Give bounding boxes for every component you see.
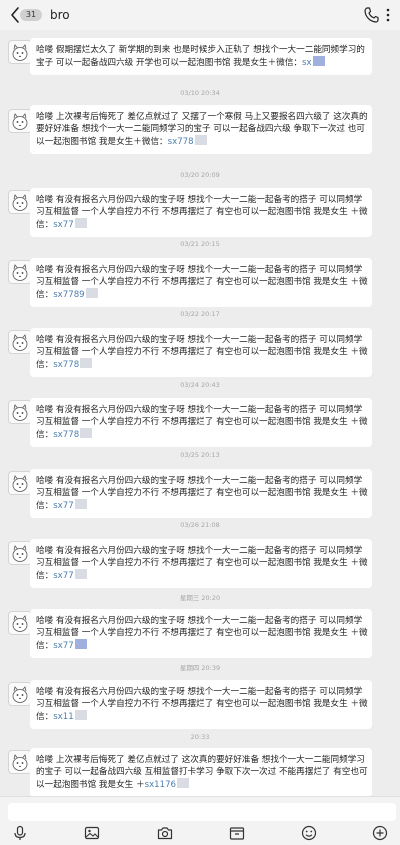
message-link[interactable]: sx77 (53, 220, 74, 230)
message-link[interactable]: sx11 (53, 712, 74, 722)
avatar[interactable] (8, 40, 32, 64)
avatar-image (12, 615, 28, 632)
timestamp: 03/26 21:08 (180, 521, 220, 529)
timestamp: 03/21 20:15 (180, 240, 220, 248)
add-icon[interactable] (372, 825, 388, 841)
message-link[interactable]: sx77 (53, 641, 74, 651)
avatar[interactable] (8, 330, 32, 354)
redacted-block (312, 56, 325, 66)
timestamp: 03/22 20:17 (180, 310, 220, 318)
message-link[interactable]: sx778 (168, 137, 194, 147)
timestamp: 03/20 20:09 (180, 171, 220, 179)
message-bubble[interactable]: 哈喽 上次裸考后悔死了 差亿点就过了 又摆了一个寒假 马上又要报名四六级了 这次… (30, 105, 372, 154)
redacted-block (80, 428, 93, 438)
avatar[interactable] (8, 611, 32, 635)
avatar-image (12, 44, 28, 61)
redacted-block (74, 639, 87, 649)
message-input[interactable] (8, 803, 396, 821)
microphone-icon[interactable] (12, 825, 28, 841)
message-bubble[interactable]: 哈喽 有没有报名六月份四六级的宝子呀 想找个一大一二能一起备考的搭子 可以同频学… (30, 469, 372, 518)
avatar[interactable] (8, 260, 32, 284)
message-link[interactable]: sx7789 (53, 290, 84, 300)
timestamp: 星期四 20:39 (179, 664, 221, 672)
message-link[interactable]: sx77 (53, 501, 74, 511)
avatar-image (12, 475, 28, 492)
avatar-image (12, 113, 28, 130)
avatar[interactable] (8, 190, 32, 214)
message-bubble[interactable]: 哈喽 假期摆烂太久了 新学期的到来 也是时候步入正轨了 想找个一大一二能同频学习… (30, 38, 372, 75)
folder-icon[interactable] (229, 825, 245, 841)
avatar-image (12, 545, 28, 562)
avatar-image (12, 754, 28, 771)
avatar[interactable] (8, 471, 32, 495)
input-bar (0, 796, 400, 845)
avatar-image (12, 404, 28, 421)
timestamp: 03/10 20:34 (180, 89, 220, 97)
emoji-icon[interactable] (301, 825, 317, 841)
message-bubble[interactable]: 哈喽 上次裸考后悔死了 差亿点就过了 这次真的要好好准备 想找个一大一二能同频学… (30, 748, 372, 797)
redacted-block (74, 218, 87, 228)
chat-header: 31 bro (0, 0, 400, 30)
avatar[interactable] (8, 109, 32, 133)
message-bubble[interactable]: 哈喽 有没有报名六月份四六级的宝子呀 想找个一大一二能一起备考的搭子 可以同频学… (30, 609, 372, 658)
timestamp: 03/25 20:13 (180, 451, 220, 459)
redacted-block (74, 710, 87, 720)
avatar-image (12, 334, 28, 351)
image-icon[interactable] (84, 825, 100, 841)
chat-title: bro (50, 8, 70, 22)
redacted-block (74, 569, 87, 579)
avatar[interactable] (8, 400, 32, 424)
avatar-image (12, 686, 28, 703)
redacted-block (74, 499, 87, 509)
avatar-image (12, 264, 28, 281)
timestamp: 星期三 20:20 (179, 594, 221, 602)
message-link[interactable]: sx77 (53, 571, 74, 581)
timestamp: 20:33 (190, 733, 210, 741)
message-link[interactable]: sx (302, 58, 312, 68)
avatar[interactable] (8, 750, 32, 774)
message-bubble[interactable]: 哈喽 有没有报名六月份四六级的宝子呀 想找个一大一二能一起备考的搭子 可以同频学… (30, 680, 372, 729)
message-bubble[interactable]: 哈喽 有没有报名六月份四六级的宝子呀 想找个一大一二能一起备考的搭子 可以同频学… (30, 328, 372, 377)
message-link[interactable]: sx1176 (145, 780, 176, 790)
message-bubble[interactable]: 哈喽 有没有报名六月份四六级的宝子呀 想找个一大一二能一起备考的搭子 可以同频学… (30, 539, 372, 588)
avatar[interactable] (8, 682, 32, 706)
message-text: 哈喽 上次裸考后悔死了 差亿点就过了 这次真的要好好准备 想找个一大一二能同频学… (36, 755, 368, 790)
avatar-image (12, 194, 28, 211)
message-link[interactable]: sx778 (53, 360, 79, 370)
message-link[interactable]: sx778 (53, 430, 79, 440)
message-bubble[interactable]: 哈喽 有没有报名六月份四六级的宝子呀 想找个一大一二能一起备考的搭子 可以同频学… (30, 258, 372, 307)
more-vertical-icon[interactable] (383, 6, 393, 24)
phone-icon[interactable] (363, 6, 379, 24)
camera-icon[interactable] (157, 825, 173, 841)
message-bubble[interactable]: 哈喽 有没有报名六月份四六级的宝子呀 想找个一大一二能一起备考的搭子 可以同频学… (30, 398, 372, 447)
message-bubble[interactable]: 哈喽 有没有报名六月份四六级的宝子呀 想找个一大一二能一起备考的搭子 可以同频学… (30, 188, 372, 237)
redacted-block (80, 358, 93, 368)
avatar[interactable] (8, 541, 32, 565)
timestamp: 03/24 20:43 (180, 381, 220, 389)
redacted-block (85, 288, 98, 298)
redacted-block (194, 135, 207, 145)
chat-history[interactable]: 哈喽 假期摆烂太久了 新学期的到来 也是时候步入正轨了 想找个一大一二能同频学习… (0, 30, 400, 797)
redacted-block (177, 778, 190, 788)
unread-badge: 31 (20, 9, 42, 21)
